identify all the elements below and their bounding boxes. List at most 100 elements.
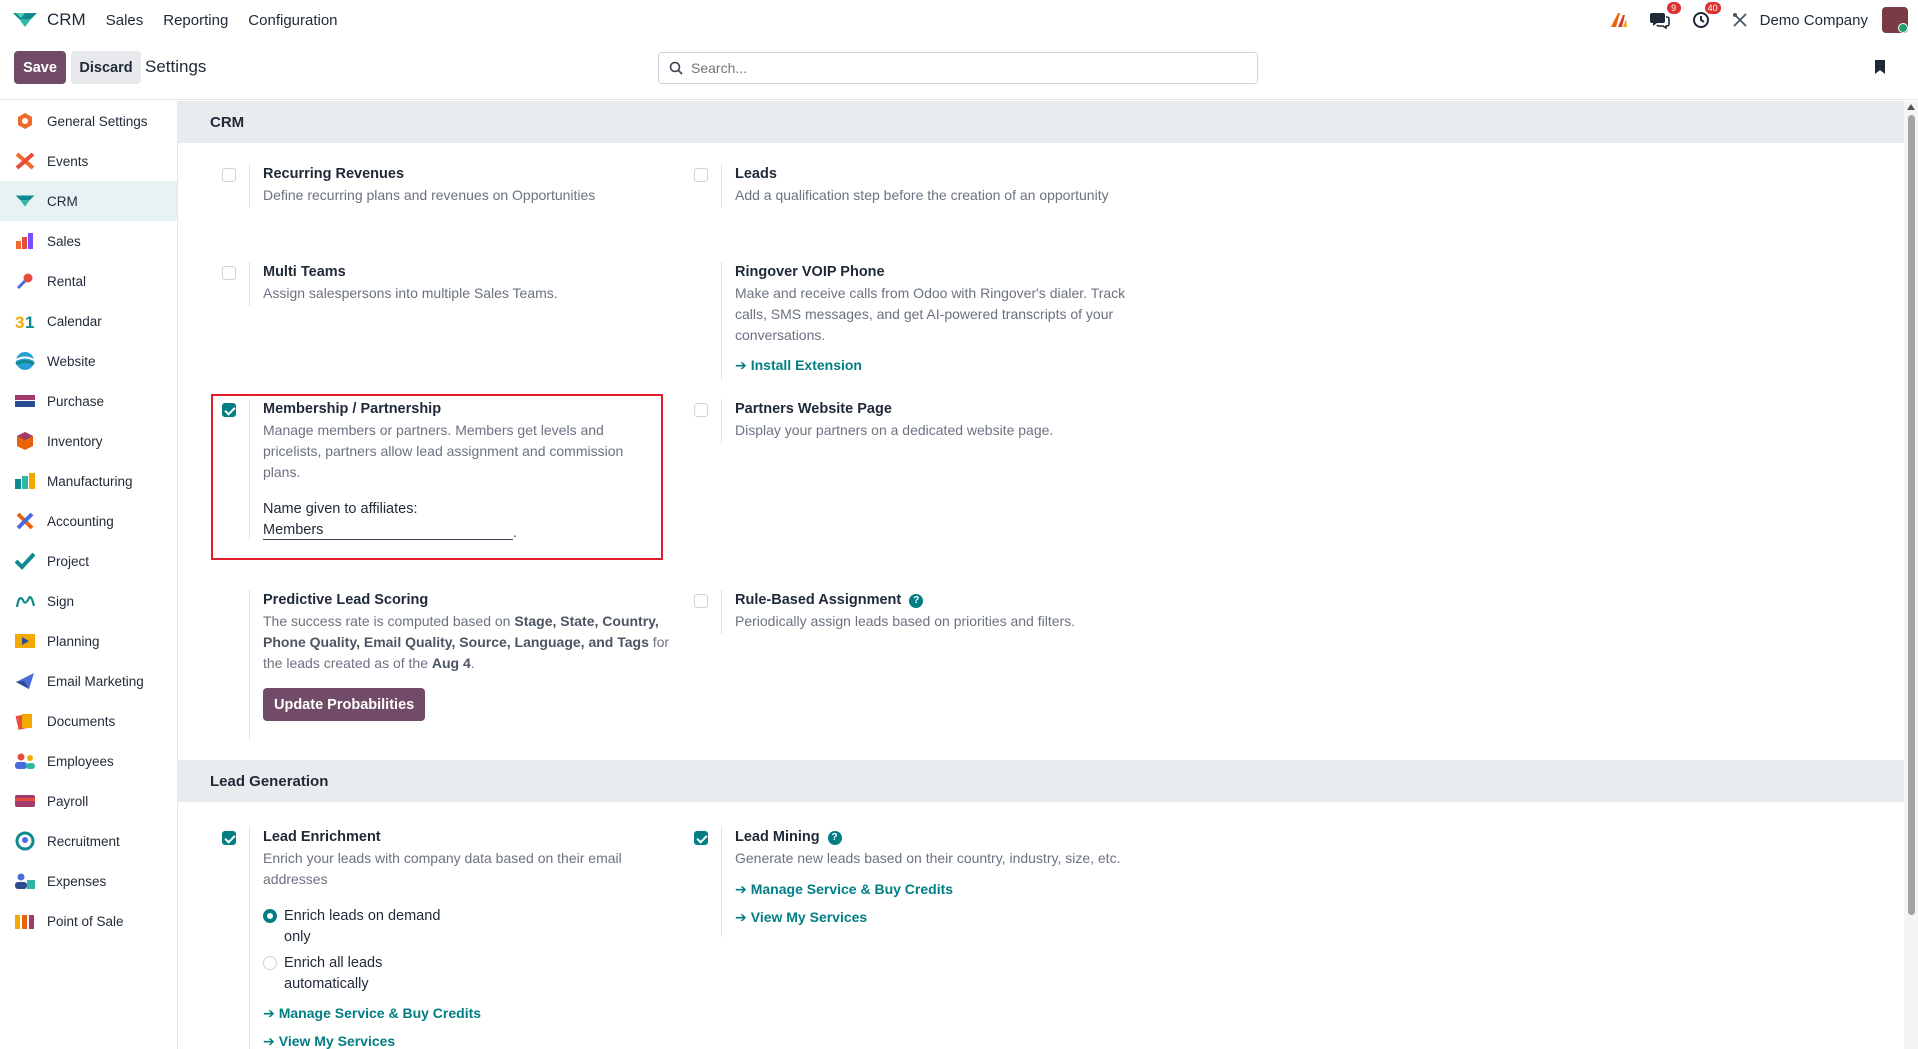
sidebar-item-sign[interactable]: Sign <box>0 581 177 621</box>
scrollbar[interactable] <box>1904 101 1918 1049</box>
company-switcher[interactable]: Demo Company <box>1760 12 1868 29</box>
partners-page-checkbox[interactable] <box>694 403 708 417</box>
control-panel: Save Discard Settings <box>0 40 1918 100</box>
setting-title: Leads <box>735 166 777 182</box>
lead-mining-checkbox[interactable] <box>694 831 708 845</box>
app-brand[interactable]: CRM <box>12 10 86 30</box>
sidebar-item-label: Planning <box>47 633 100 649</box>
sidebar-item-email-marketing[interactable]: Email Marketing <box>0 661 177 701</box>
menu-sales[interactable]: Sales <box>96 12 154 29</box>
search-box[interactable] <box>658 52 1258 84</box>
purchase-icon <box>14 390 36 412</box>
sidebar-item-purchase[interactable]: Purchase <box>0 381 177 421</box>
sidebar-item-label: Employees <box>47 753 114 769</box>
setting-partners-website-page: Partners Website Page Display your partn… <box>694 399 1155 443</box>
search-input[interactable] <box>691 60 1231 76</box>
enrich-option-on-demand[interactable]: Enrich leads on demand only <box>263 906 663 948</box>
sidebar-item-events[interactable]: Events <box>0 141 177 181</box>
button-row: Update Probabilities <box>263 688 673 721</box>
systray: 9 40 Demo Company <box>1610 0 1918 40</box>
setting-description: Define recurring plans and revenues on O… <box>263 187 596 203</box>
radio-label: Enrich leads on demand only <box>284 908 441 945</box>
radio-unselected[interactable] <box>263 956 277 970</box>
bookmark-icon[interactable] <box>1874 59 1886 79</box>
sidebar-item-label: CRM <box>47 193 78 209</box>
setting-description: Enrich your leads with company data base… <box>263 850 622 887</box>
svg-text:1: 1 <box>25 313 34 330</box>
employees-icon <box>14 750 36 772</box>
setting-title: Partners Website Page <box>735 401 892 417</box>
radio-selected[interactable] <box>263 909 277 923</box>
sidebar-item-payroll[interactable]: Payroll <box>0 781 177 821</box>
leads-checkbox[interactable] <box>694 168 708 182</box>
sidebar-item-general-settings[interactable]: General Settings <box>0 101 177 141</box>
divider <box>721 590 722 634</box>
sidebar-item-calendar[interactable]: 3 1 Calendar <box>0 301 177 341</box>
save-button[interactable]: Save <box>14 51 66 84</box>
sidebar-item-planning[interactable]: Planning <box>0 621 177 661</box>
sidebar-item-employees[interactable]: Employees <box>0 741 177 781</box>
menu-configuration[interactable]: Configuration <box>238 12 347 29</box>
help-icon[interactable]: ? <box>827 830 842 845</box>
inventory-icon <box>14 430 36 452</box>
sidebar-item-sales[interactable]: Sales <box>0 221 177 261</box>
arrow-right-icon: ➔ <box>735 909 747 925</box>
setting-title: Ringover VOIP Phone <box>735 264 885 280</box>
sidebar-item-label: Rental <box>47 273 87 289</box>
sidebar-item-inventory[interactable]: Inventory <box>0 421 177 461</box>
divider <box>721 827 722 937</box>
desc-date: Aug 4 <box>431 655 471 671</box>
user-avatar[interactable] <box>1882 7 1908 33</box>
messages-icon[interactable]: 9 <box>1649 2 1681 29</box>
divider <box>721 262 722 380</box>
general-settings-icon <box>14 110 36 132</box>
sidebar-item-label: Manufacturing <box>47 473 133 489</box>
setting-description: The success rate is computed based on St… <box>263 611 673 674</box>
enrich-option-automatic[interactable]: Enrich all leads automatically <box>263 953 663 995</box>
recurring-revenues-checkbox[interactable] <box>222 168 236 182</box>
sidebar-item-project[interactable]: Project <box>0 541 177 581</box>
link-label: Manage Service & Buy Credits <box>278 1005 482 1021</box>
manage-service-link[interactable]: ➔ Manage Service & Buy Credits <box>263 1003 663 1024</box>
tools-icon[interactable] <box>1732 12 1748 28</box>
link-label: Install Extension <box>750 357 862 373</box>
scroll-up-icon[interactable] <box>1907 104 1915 110</box>
sidebar-item-recruitment[interactable]: Recruitment <box>0 821 177 861</box>
sidebar-item-label: Calendar <box>47 313 102 329</box>
events-icon <box>14 150 36 172</box>
activities-icon[interactable]: 40 <box>1692 2 1721 29</box>
setting-lead-enrichment: Lead Enrichment Enrich your leads with c… <box>222 827 663 1049</box>
install-extension-link[interactable]: ➔ Install Extension <box>735 355 1135 376</box>
help-icon[interactable]: ? <box>909 593 924 608</box>
sales-icon <box>14 230 36 252</box>
view-services-link[interactable]: ➔ View My Services <box>263 1031 663 1049</box>
top-navbar: CRM Sales Reporting Configuration 9 40 D… <box>0 0 1918 40</box>
rule-based-checkbox[interactable] <box>694 594 708 608</box>
sidebar-item-label: Documents <box>47 713 116 729</box>
sidebar-item-documents[interactable]: Documents <box>0 701 177 741</box>
sidebar-item-expenses[interactable]: Expenses <box>0 861 177 901</box>
link-label: View My Services <box>278 1033 396 1049</box>
lead-enrichment-checkbox[interactable] <box>222 831 236 845</box>
multi-teams-checkbox[interactable] <box>222 266 236 280</box>
sidebar-item-point-of-sale[interactable]: Point of Sale <box>0 901 177 941</box>
email-marketing-icon <box>14 670 36 692</box>
update-probabilities-button[interactable]: Update Probabilities <box>263 688 426 721</box>
sidebar-item-crm[interactable]: CRM <box>0 181 177 221</box>
setting-title: Recurring Revenues <box>263 166 405 182</box>
manage-service-link[interactable]: ➔ Manage Service & Buy Credits <box>735 879 1155 900</box>
app-name[interactable]: CRM <box>47 10 86 30</box>
settings-sidebar: General Settings Events CRM Sales Rental… <box>0 101 178 1049</box>
ai-icon[interactable] <box>1610 12 1628 28</box>
sidebar-item-rental[interactable]: Rental <box>0 261 177 301</box>
sidebar-item-manufacturing[interactable]: Manufacturing <box>0 461 177 501</box>
divider <box>249 262 250 306</box>
sidebar-item-website[interactable]: Website <box>0 341 177 381</box>
scrollbar-thumb[interactable] <box>1908 115 1915 915</box>
view-services-link[interactable]: ➔ View My Services <box>735 907 1155 928</box>
sidebar-item-label: Point of Sale <box>47 913 124 929</box>
menu-reporting[interactable]: Reporting <box>153 12 238 29</box>
sidebar-item-accounting[interactable]: Accounting <box>0 501 177 541</box>
discard-button[interactable]: Discard <box>71 51 141 84</box>
sidebar-item-label: Expenses <box>47 873 107 889</box>
